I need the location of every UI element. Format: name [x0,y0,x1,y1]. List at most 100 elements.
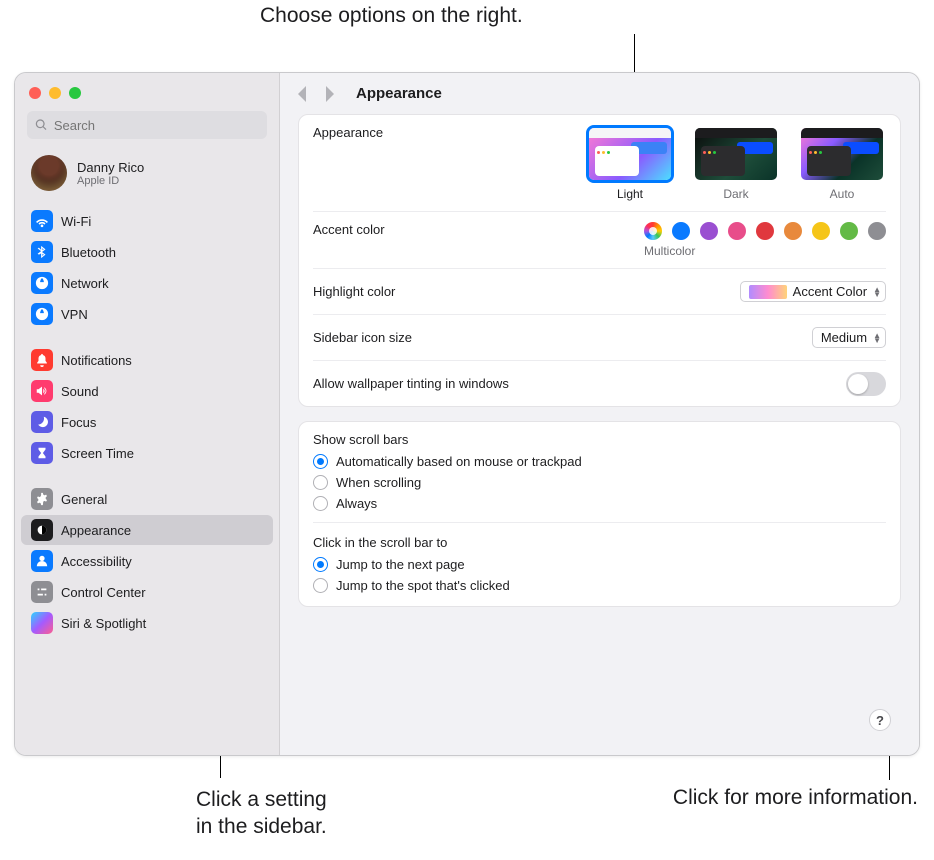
radio-label: Jump to the next page [336,557,465,572]
sidebar: Danny Rico Apple ID Wi-Fi Bluetooth Networ… [15,73,280,755]
sidebar-item-label: Focus [61,415,96,430]
sidebar-item-bluetooth[interactable]: Bluetooth [21,237,273,267]
back-button[interactable] [296,86,308,102]
radio-label: When scrolling [336,475,421,490]
search-input[interactable] [54,118,259,133]
forward-button[interactable] [324,86,336,102]
page-title: Appearance [356,85,442,102]
apple-id-row[interactable]: Danny Rico Apple ID [15,149,279,205]
accessibility-icon [31,550,53,572]
sidebar-item-notifications[interactable]: Notifications [21,345,273,375]
accent-purple[interactable] [700,222,718,240]
radio-label: Always [336,496,377,511]
fullscreen-button[interactable] [69,87,81,99]
screentime-icon [31,442,53,464]
radio-icon [313,496,328,511]
radio-icon [313,557,328,572]
mode-label: Dark [723,187,748,201]
avatar [31,155,67,191]
bluetooth-icon [31,241,53,263]
accent-yellow[interactable] [812,222,830,240]
clickscroll-option-1[interactable]: Jump to the spot that's clicked [313,575,886,596]
sidebar-item-vpn[interactable]: VPN [21,299,273,329]
sidebar-item-wifi[interactable]: Wi-Fi [21,206,273,236]
appearance-mode-light[interactable]: Light [586,125,674,201]
mode-label: Auto [830,187,855,201]
clickscroll-label: Click in the scroll bar to [313,525,886,554]
accent-red[interactable] [756,222,774,240]
search-field[interactable] [27,111,267,139]
sidebar-item-label: Notifications [61,353,132,368]
accent-pink[interactable] [728,222,746,240]
sidebar-item-label: Network [61,276,109,291]
notifications-icon [31,349,53,371]
chevron-updown-icon: ▲▼ [873,333,881,343]
highlight-label: Highlight color [313,284,395,299]
radio-icon [313,475,328,490]
window-controls [15,73,279,107]
accent-sublabel: Multicolor [644,244,695,258]
clickscroll-option-0[interactable]: Jump to the next page [313,554,886,575]
help-button[interactable]: ? [869,709,891,731]
sidebar-item-network[interactable]: Network [21,268,273,298]
controlcenter-icon [31,581,53,603]
toolbar: Appearance [280,73,919,110]
scrollbars-option-2[interactable]: Always [313,493,886,514]
accent-graphite[interactable] [868,222,886,240]
scrollbars-label: Show scroll bars [313,422,886,451]
callout-top: Choose options on the right. [260,4,523,28]
scrollbars-option-0[interactable]: Automatically based on mouse or trackpad [313,451,886,472]
sidebar-item-label: Appearance [61,523,131,538]
divider [313,522,886,523]
search-icon [35,118,48,132]
callout-bottom-right: Click for more information. [468,786,918,810]
appearance-mode-dark[interactable]: Dark [692,125,780,201]
focus-icon [31,411,53,433]
scrollbars-option-1[interactable]: When scrolling [313,472,886,493]
chevron-updown-icon: ▲▼ [873,287,881,297]
sound-icon [31,380,53,402]
sidebar-item-appearance[interactable]: Appearance [21,515,273,545]
minimize-button[interactable] [49,87,61,99]
accent-multicolor[interactable] [644,222,662,240]
appearance-label: Appearance [313,125,383,140]
sidebar-icon-label: Sidebar icon size [313,330,412,345]
radio-label: Automatically based on mouse or trackpad [336,454,582,469]
sidebar-item-sound[interactable]: Sound [21,376,273,406]
general-icon [31,488,53,510]
user-name: Danny Rico [77,160,144,175]
user-sub: Apple ID [77,175,144,187]
sidebar-item-label: Control Center [61,585,146,600]
sidebar-item-label: Siri & Spotlight [61,616,146,631]
wallpaper-tint-label: Allow wallpaper tinting in windows [313,376,509,391]
callout-line [634,34,635,72]
callout-bottom-left: Click a setting in the sidebar. [196,786,327,841]
accent-orange[interactable] [784,222,802,240]
accent-green[interactable] [840,222,858,240]
sidebar-item-general[interactable]: General [21,484,273,514]
wifi-icon [31,210,53,232]
accent-blue[interactable] [672,222,690,240]
sidebar-icon-popup[interactable]: Medium ▲▼ [812,327,886,348]
sidebar-item-controlcenter[interactable]: Control Center [21,577,273,607]
appearance-mode-auto[interactable]: Auto [798,125,886,201]
appearance-icon [31,519,53,541]
close-button[interactable] [29,87,41,99]
scroll-panel: Show scroll bars Automatically based on … [298,421,901,607]
siri-icon [31,612,53,634]
wallpaper-tint-toggle[interactable] [846,372,886,396]
main-area: Appearance Appearance Light Dark Auto Acce… [280,73,919,755]
appearance-thumb-icon [798,125,886,183]
appearance-panel: Appearance LightDarkAuto Accent color Mu… [298,114,901,407]
appearance-modes: Light Dark Auto [586,125,886,201]
sidebar-item-screentime[interactable]: Screen Time [21,438,273,468]
sidebar-item-siri[interactable]: Siri & Spotlight [21,608,273,638]
sidebar-item-label: Wi-Fi [61,214,91,229]
radio-icon [313,578,328,593]
sidebar-item-focus[interactable]: Focus [21,407,273,437]
radio-icon [313,454,328,469]
sidebar-item-accessibility[interactable]: Accessibility [21,546,273,576]
mode-label: Light [617,187,643,201]
highlight-popup[interactable]: Accent Color ▲▼ [740,281,886,302]
sidebar-item-label: General [61,492,107,507]
